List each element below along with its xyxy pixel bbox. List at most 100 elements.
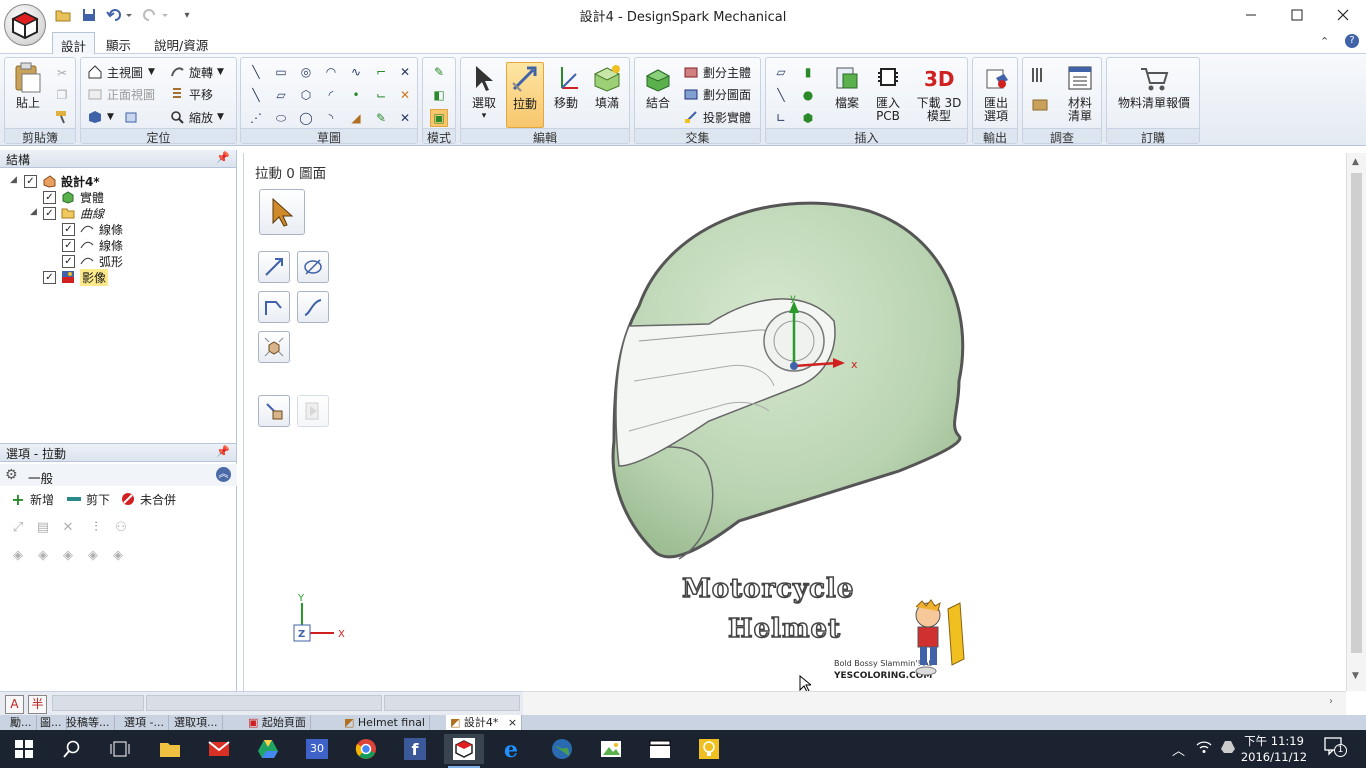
face-option-icon-1[interactable]: ◈ bbox=[9, 546, 27, 564]
polygon-tool-icon[interactable]: ⬡ bbox=[297, 86, 315, 104]
panel-tab-3[interactable]: 投稿等... bbox=[62, 715, 115, 730]
offset-tool-icon[interactable]: ⌐ bbox=[372, 63, 390, 81]
ruler-option-icon[interactable]: ⫶ bbox=[87, 518, 105, 536]
bom-quote-button[interactable]: 物料清單報價 bbox=[1113, 62, 1195, 110]
split-curve-icon[interactable]: ✕ bbox=[396, 109, 414, 127]
tree-checkbox[interactable]: ✓ bbox=[62, 238, 75, 252]
tree-item-image[interactable]: ✓ 影像 bbox=[43, 268, 109, 286]
taskbar-drive[interactable] bbox=[248, 734, 288, 764]
home-view-button[interactable]: 主視圖 ▼ bbox=[87, 62, 155, 82]
tree-checkbox[interactable]: ✓ bbox=[43, 206, 56, 220]
axis-icon[interactable]: ╲ bbox=[772, 86, 790, 104]
combine-button[interactable]: 結合 bbox=[639, 62, 677, 110]
taskbar-movie-maker[interactable] bbox=[640, 734, 680, 764]
tool-guide-scale[interactable] bbox=[258, 331, 290, 363]
canvas-vertical-scrollbar[interactable]: ▲ ▼ bbox=[1346, 153, 1366, 691]
shell-icon[interactable]: ⬢ bbox=[799, 109, 817, 127]
tool-guide-revolve[interactable] bbox=[297, 251, 329, 283]
action-center-button[interactable]: 1 bbox=[1324, 736, 1347, 760]
face-option-icon-3[interactable]: ◈ bbox=[59, 546, 77, 564]
ime-alpha-button[interactable]: A bbox=[5, 695, 24, 714]
tree-item-arc[interactable]: ✓ 弧形 bbox=[62, 253, 123, 269]
helmet-model[interactable]: x y bbox=[599, 191, 979, 571]
minimize-button[interactable] bbox=[1228, 0, 1274, 30]
tab-display[interactable]: 顯示 bbox=[98, 32, 139, 54]
maximize-button[interactable] bbox=[1274, 0, 1320, 30]
copy-icon[interactable]: ❐ bbox=[53, 86, 71, 104]
construction-line-icon[interactable]: ⋰ bbox=[247, 109, 265, 127]
split-face-button[interactable]: 劃分圖面 bbox=[683, 84, 751, 104]
design-canvas[interactable]: 拉動 0 圖面 x y Motorcycle Helmet Bold Bossy… bbox=[243, 153, 1346, 693]
section-mode-icon[interactable]: ◧ bbox=[430, 86, 448, 104]
pull-option-icon-5[interactable]: ⚇ bbox=[112, 518, 130, 536]
point-tool-icon[interactable]: • bbox=[347, 86, 365, 104]
doc-tab-helmet-final[interactable]: ◩ Helmet final bbox=[340, 715, 430, 730]
face-option-icon-5[interactable]: ◈ bbox=[109, 546, 127, 564]
panel-tab-4[interactable]: 選項 -... bbox=[120, 715, 169, 730]
ellipse-tool-icon[interactable]: ⬭ bbox=[272, 109, 290, 127]
pull-option-icon-2[interactable]: ▤ bbox=[34, 518, 52, 536]
taskbar-gmail[interactable] bbox=[199, 734, 239, 764]
cut-option[interactable]: 剪下 bbox=[66, 489, 110, 509]
arc-tool-icon[interactable]: ◠ bbox=[322, 63, 340, 81]
bend-tool-icon[interactable]: ◢ bbox=[347, 109, 365, 127]
show-hidden-icons-chevron-up-icon[interactable]: ︿ bbox=[1172, 740, 1185, 759]
vertical-scroll-thumb[interactable] bbox=[1351, 173, 1362, 653]
pan-button[interactable]: 平移 bbox=[169, 84, 213, 104]
tab-help-resources[interactable]: 說明/資源 bbox=[146, 32, 216, 54]
view-cube-button[interactable]: ▼ bbox=[87, 107, 144, 127]
tool-guide-direction[interactable] bbox=[258, 251, 290, 283]
tangent-arc-icon[interactable]: ◜ bbox=[322, 86, 340, 104]
open-icon[interactable] bbox=[54, 6, 72, 24]
cut-icon[interactable]: ✂ bbox=[53, 64, 71, 82]
close-button[interactable] bbox=[1320, 0, 1366, 30]
zoom-button[interactable]: 縮放 ▼ bbox=[169, 107, 224, 127]
ime-half-width-button[interactable]: 半 bbox=[28, 695, 47, 714]
tree-item-line-1[interactable]: ✓ 線條 bbox=[62, 221, 123, 237]
sweep-arc-icon[interactable]: ◝ bbox=[322, 109, 340, 127]
front-view-button[interactable]: 正面視圖 bbox=[87, 84, 155, 104]
download-3d-model-button[interactable]: 3D 下載 3D 模型 bbox=[912, 62, 966, 123]
panel-tab-1[interactable]: 勵... bbox=[6, 715, 37, 730]
split-body-button[interactable]: 劃分主體 bbox=[683, 62, 751, 82]
system-clock[interactable]: 下午 11:19 2016/11/12 bbox=[1240, 733, 1308, 765]
fillet-tool-icon[interactable]: ⌙ bbox=[372, 86, 390, 104]
tree-checkbox[interactable]: ✓ bbox=[43, 190, 56, 204]
extend-tool-icon[interactable]: ✕ bbox=[396, 86, 414, 104]
chevron-up-icon[interactable]: ︽ bbox=[216, 467, 231, 482]
panel-tab-5[interactable]: 選取項... bbox=[170, 715, 223, 730]
face-option-icon-2[interactable]: ◈ bbox=[34, 546, 52, 564]
measure-icon[interactable] bbox=[1031, 66, 1049, 84]
taskbar-globe-app[interactable] bbox=[542, 734, 582, 764]
project-body-button[interactable]: 投影實體 bbox=[683, 107, 751, 127]
rotate-button[interactable]: 旋轉 ▼ bbox=[169, 62, 224, 82]
task-view-button[interactable] bbox=[100, 734, 140, 764]
tree-checkbox[interactable]: ✓ bbox=[62, 254, 75, 268]
export-options-button[interactable]: 匯出 選項 bbox=[977, 62, 1015, 123]
file-insert-button[interactable]: 檔案 bbox=[828, 62, 866, 110]
3d-mode-icon[interactable]: ▣ bbox=[430, 109, 448, 127]
tree-checkbox[interactable]: ✓ bbox=[24, 174, 37, 188]
tree-checkbox[interactable]: ✓ bbox=[43, 270, 56, 284]
taskbar-file-explorer[interactable] bbox=[150, 734, 190, 764]
add-option[interactable]: + 新增 bbox=[10, 489, 54, 509]
tree-checkbox[interactable]: ✓ bbox=[62, 222, 75, 236]
tree-expand-root-icon[interactable]: ◢ bbox=[10, 175, 17, 185]
origin-icon[interactable]: ∟ bbox=[772, 109, 790, 127]
taskbar-designspark[interactable] bbox=[444, 734, 484, 768]
pin-icon[interactable]: 📌 bbox=[216, 445, 230, 458]
collapse-ribbon-icon[interactable]: ⌃ bbox=[1320, 35, 1329, 48]
help-icon[interactable]: ? bbox=[1345, 34, 1359, 48]
taskbar-edge[interactable]: e bbox=[493, 734, 533, 764]
taskbar-tips-app[interactable] bbox=[689, 734, 729, 764]
customize-qat-icon[interactable]: ▾ bbox=[180, 6, 194, 24]
taskbar-chrome[interactable] bbox=[346, 734, 386, 764]
three-point-circle-icon[interactable]: ◯ bbox=[297, 109, 315, 127]
plane-icon[interactable]: ▱ bbox=[772, 63, 790, 81]
import-pcb-button[interactable]: 匯入 PCB bbox=[869, 62, 907, 123]
tree-item-curves[interactable]: ✓ 曲線 bbox=[43, 205, 104, 221]
tree-item-root[interactable]: ✓ 設計4* bbox=[24, 173, 100, 189]
tangent-line-icon[interactable]: ╲ bbox=[247, 86, 265, 104]
spline-tool-icon[interactable]: ∿ bbox=[347, 63, 365, 81]
tool-guide-blend[interactable] bbox=[297, 291, 329, 323]
